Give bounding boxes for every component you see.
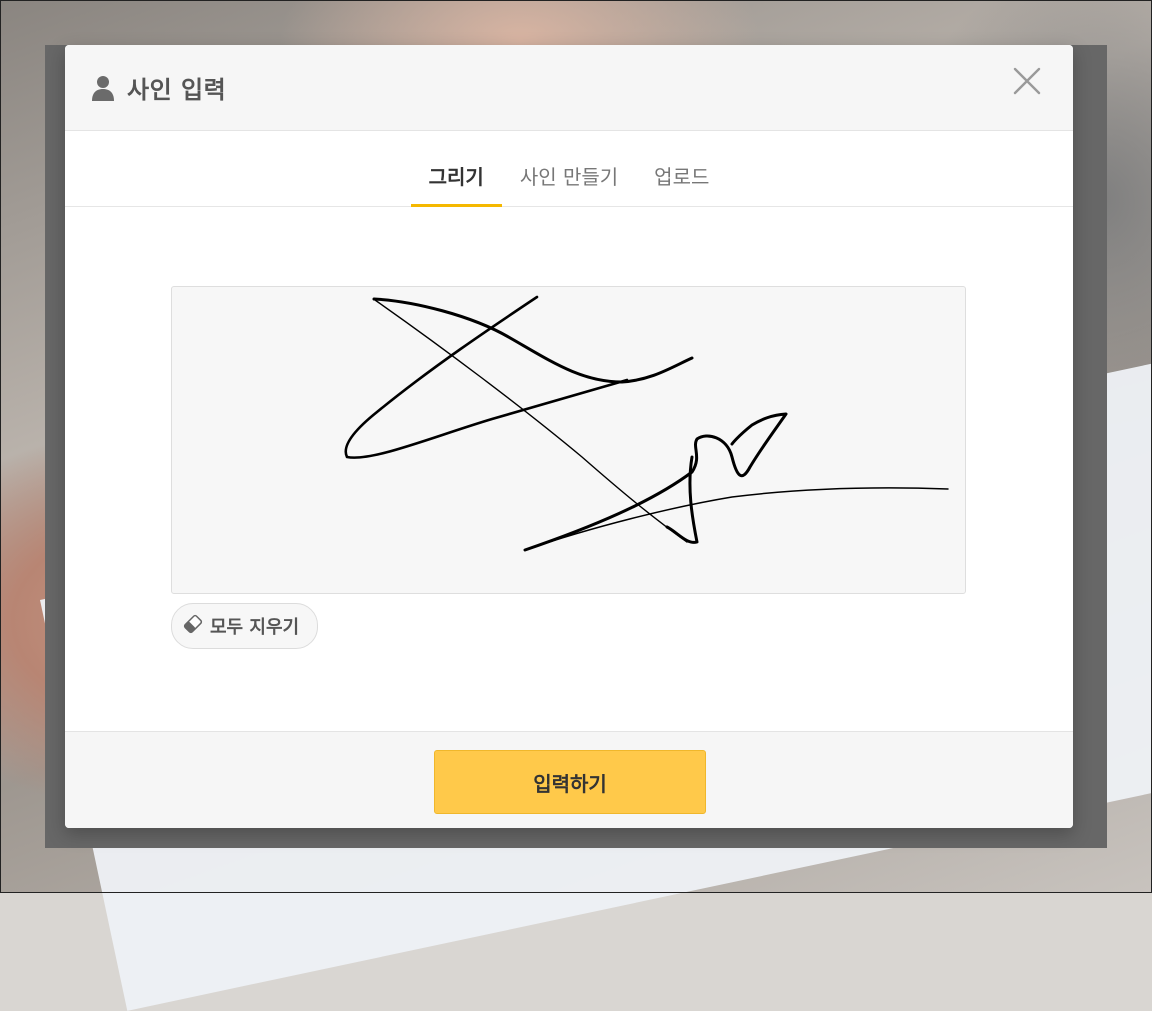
signature-stroke [372, 297, 694, 384]
eraser-icon [182, 613, 204, 640]
signature-stroke [524, 487, 949, 551]
modal-header: 사인 입력 [65, 45, 1073, 131]
signature-canvas[interactable] [171, 286, 966, 594]
signature-stroke [374, 299, 688, 543]
clear-all-button[interactable]: 모두 지우기 [171, 603, 319, 649]
tab-create-signature[interactable]: 사인 만들기 [502, 161, 636, 206]
modal-title: 사인 입력 [127, 76, 227, 104]
signature-drawing [344, 295, 949, 552]
signature-tabs: 그리기 사인 만들기 업로드 [65, 131, 1073, 207]
clear-all-label: 모두 지우기 [210, 617, 300, 638]
tab-draw[interactable]: 그리기 [410, 161, 503, 207]
tab-upload[interactable]: 업로드 [636, 161, 727, 206]
user-icon [91, 74, 117, 102]
signature-modal: 사인 입력 그리기 사인 만들기 업로드 모두 지우기 입력하기 [65, 45, 1073, 828]
close-icon[interactable] [1011, 65, 1043, 97]
signature-stroke [523, 412, 788, 552]
submit-button[interactable]: 입력하기 [434, 750, 706, 814]
modal-footer: 입력하기 [65, 731, 1073, 828]
